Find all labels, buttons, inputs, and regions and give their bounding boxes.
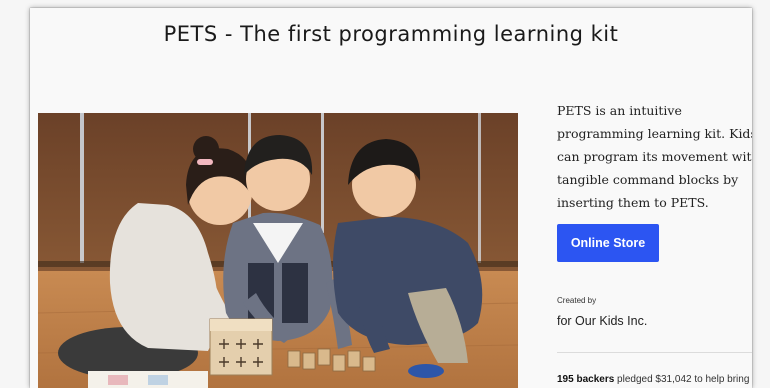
project-description: PETS is an intuitive programming learnin… xyxy=(557,103,752,210)
hero-photo-illustration xyxy=(38,113,518,388)
page-title: PETS - The first programming learning ki… xyxy=(163,22,619,46)
online-store-button[interactable]: Online Store xyxy=(557,224,659,262)
hero-photo xyxy=(38,113,518,388)
funding-summary: 195 backers pledged $31,042 to help brin… xyxy=(557,374,749,385)
divider xyxy=(557,352,752,353)
backers-count: 195 backers xyxy=(557,374,615,385)
created-by-label: Created by xyxy=(557,296,597,305)
creator-name-link[interactable]: for Our Kids Inc. xyxy=(557,314,647,328)
pledge-text: pledged $31,042 to help bring xyxy=(614,374,750,385)
viewport: PETS - The first programming learning ki… xyxy=(0,0,770,388)
project-page: PETS - The first programming learning ki… xyxy=(30,8,752,388)
